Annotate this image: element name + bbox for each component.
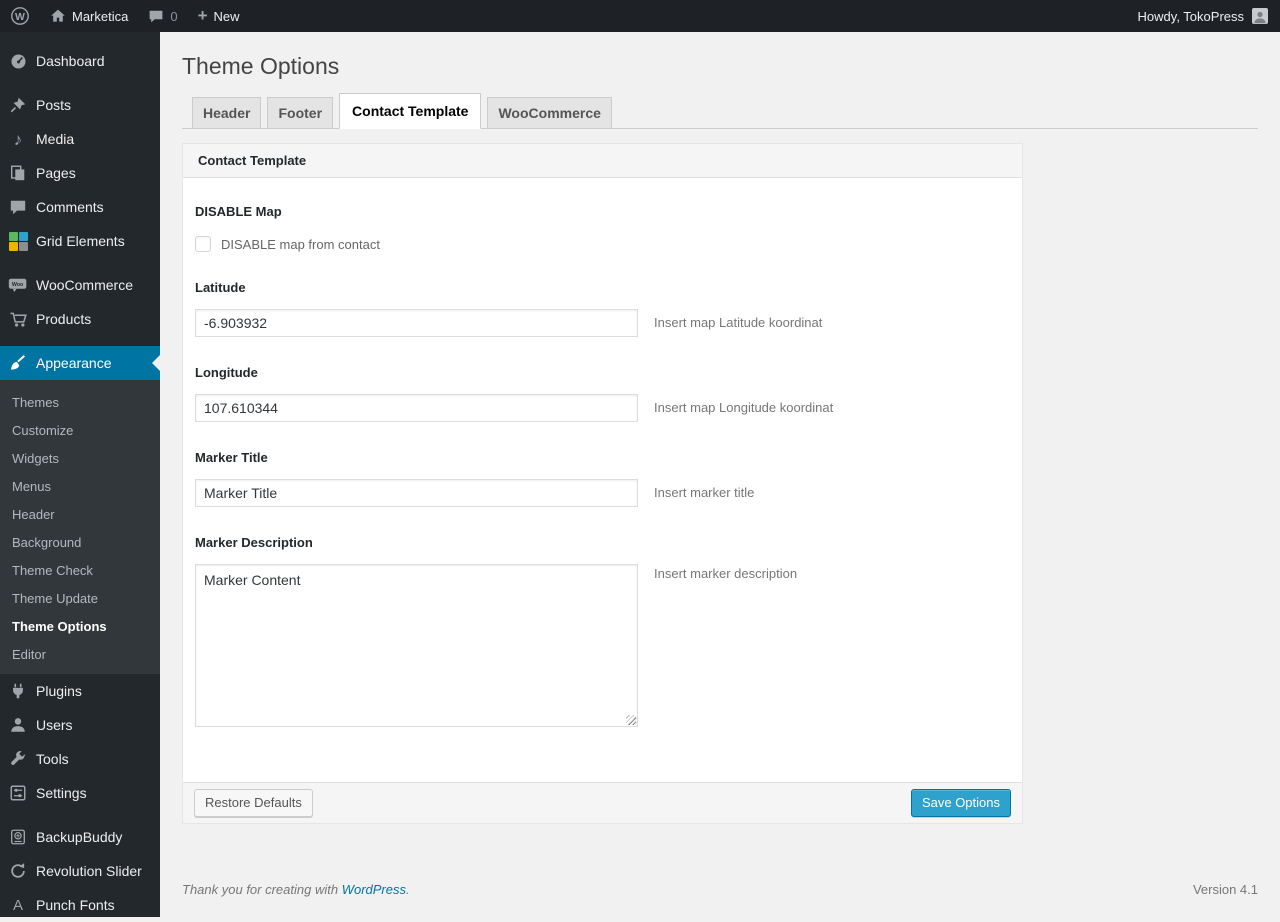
submenu-item-editor[interactable]: Editor bbox=[0, 640, 160, 668]
sidebar-item-backupbuddy[interactable]: BackupBuddy bbox=[0, 820, 160, 854]
tab-footer[interactable]: Footer bbox=[267, 97, 334, 128]
disable-map-checkbox-label: DISABLE map from contact bbox=[221, 236, 380, 252]
submenu-item-widgets[interactable]: Widgets bbox=[0, 444, 160, 472]
disable-map-checkbox[interactable] bbox=[195, 236, 211, 252]
backup-drive-icon bbox=[8, 827, 28, 847]
panel-title: Contact Template bbox=[183, 144, 1022, 178]
sidebar-item-dashboard[interactable]: Dashboard bbox=[0, 44, 160, 78]
sidebar-item-media[interactable]: ♪ Media bbox=[0, 122, 160, 156]
submenu-item-theme-check[interactable]: Theme Check bbox=[0, 556, 160, 584]
comments-shortcut[interactable]: 0 bbox=[138, 0, 187, 32]
marker-description-help: Insert marker description bbox=[654, 566, 798, 581]
comments-count: 0 bbox=[170, 8, 178, 24]
latitude-help: Insert map Latitude koordinat bbox=[654, 315, 823, 330]
main-content: Theme Options Header Footer Contact Temp… bbox=[160, 32, 1280, 917]
longitude-field: Longitude Insert map Longitude koordinat bbox=[195, 365, 1010, 422]
pin-icon bbox=[8, 95, 28, 115]
tab-header[interactable]: Header bbox=[192, 97, 262, 128]
page-title: Theme Options bbox=[182, 53, 340, 79]
disable-map-checkbox-row[interactable]: DISABLE map from contact bbox=[195, 236, 1010, 252]
sidebar-item-grid-elements[interactable]: Grid Elements bbox=[0, 224, 160, 258]
grid-elements-icon bbox=[8, 231, 28, 251]
admin-sidebar: Dashboard Posts ♪ Media Pages Comments Gr… bbox=[0, 32, 160, 917]
marker-title-field: Marker Title Insert marker title bbox=[195, 450, 1010, 507]
comments-icon bbox=[8, 197, 28, 217]
submenu-item-header[interactable]: Header bbox=[0, 500, 160, 528]
site-name-menu[interactable]: Marketica bbox=[40, 0, 138, 32]
sidebar-item-tools[interactable]: Tools bbox=[0, 742, 160, 776]
svg-text:Woo: Woo bbox=[12, 282, 24, 288]
plus-icon: + bbox=[197, 5, 208, 25]
wordpress-logo[interactable]: W bbox=[0, 0, 40, 32]
svg-text:W: W bbox=[15, 11, 25, 23]
home-icon bbox=[50, 8, 66, 24]
user-icon bbox=[8, 715, 28, 735]
longitude-label: Longitude bbox=[195, 365, 258, 380]
wordpress-link[interactable]: WordPress bbox=[342, 882, 406, 897]
sliders-icon bbox=[8, 783, 28, 803]
latitude-input[interactable] bbox=[195, 309, 638, 337]
footer-thanks: Thank you for creating with WordPress. bbox=[182, 882, 410, 897]
tab-woocommerce[interactable]: WooCommerce bbox=[487, 97, 612, 128]
marker-description-field: Marker Description Marker Content Insert… bbox=[195, 535, 1010, 727]
latitude-label: Latitude bbox=[195, 280, 246, 295]
appearance-submenu: Themes Customize Widgets Menus Header Ba… bbox=[0, 380, 160, 674]
submenu-item-background[interactable]: Background bbox=[0, 528, 160, 556]
howdy-text: Howdy, TokoPress bbox=[1137, 8, 1244, 24]
paintbrush-icon bbox=[8, 353, 28, 373]
restore-defaults-button[interactable]: Restore Defaults bbox=[194, 789, 313, 817]
submenu-item-theme-options[interactable]: Theme Options bbox=[0, 612, 160, 640]
submenu-item-customize[interactable]: Customize bbox=[0, 416, 160, 444]
submenu-item-theme-update[interactable]: Theme Update bbox=[0, 584, 160, 612]
cart-icon bbox=[8, 309, 28, 329]
sidebar-item-pages[interactable]: Pages bbox=[0, 156, 160, 190]
disable-map-field: DISABLE Map DISABLE map from contact bbox=[195, 204, 1010, 252]
sidebar-item-revolution-slider[interactable]: Revolution Slider bbox=[0, 854, 160, 888]
admin-bar: W Marketica 0 + New Howdy, TokoPress bbox=[0, 0, 1280, 32]
marker-title-label: Marker Title bbox=[195, 450, 268, 465]
media-icon: ♪ bbox=[13, 129, 23, 149]
sidebar-item-woocommerce[interactable]: Woo WooCommerce bbox=[0, 268, 160, 302]
comment-bubble-icon bbox=[148, 8, 164, 24]
avatar bbox=[1252, 8, 1268, 24]
submenu-item-themes[interactable]: Themes bbox=[0, 388, 160, 416]
refresh-cycle-icon bbox=[8, 861, 28, 881]
wrench-icon bbox=[8, 749, 28, 769]
tab-contact-template[interactable]: Contact Template bbox=[339, 93, 482, 129]
marker-title-input[interactable] bbox=[195, 479, 638, 507]
sidebar-item-settings[interactable]: Settings bbox=[0, 776, 160, 810]
wordpress-icon: W bbox=[10, 6, 30, 26]
page-footer: Thank you for creating with WordPress. V… bbox=[182, 882, 1258, 897]
sidebar-item-appearance[interactable]: Appearance bbox=[0, 346, 160, 380]
sidebar-item-users[interactable]: Users bbox=[0, 708, 160, 742]
sidebar-item-comments[interactable]: Comments bbox=[0, 190, 160, 224]
contact-template-panel: Contact Template DISABLE Map DISABLE map… bbox=[182, 143, 1023, 824]
latitude-field: Latitude Insert map Latitude koordinat bbox=[195, 280, 1010, 337]
marker-title-help: Insert marker title bbox=[654, 485, 755, 500]
new-label: New bbox=[213, 8, 240, 24]
dashboard-icon bbox=[8, 51, 28, 71]
woocommerce-icon: Woo bbox=[8, 275, 28, 295]
save-options-button[interactable]: Save Options bbox=[910, 789, 1011, 817]
sidebar-item-plugins[interactable]: Plugins bbox=[0, 674, 160, 708]
marker-description-textarea[interactable]: Marker Content bbox=[195, 564, 638, 727]
panel-action-bar: Restore Defaults Save Options bbox=[183, 782, 1022, 823]
new-content-button[interactable]: + New bbox=[188, 0, 250, 32]
pages-icon bbox=[8, 163, 28, 183]
submenu-item-menus[interactable]: Menus bbox=[0, 472, 160, 500]
sidebar-item-products[interactable]: Products bbox=[0, 302, 160, 336]
footer-version: Version 4.1 bbox=[1192, 882, 1258, 897]
marker-description-label: Marker Description bbox=[195, 535, 313, 550]
sidebar-item-posts[interactable]: Posts bbox=[0, 88, 160, 122]
plug-icon bbox=[8, 681, 28, 701]
tab-bar: Header Footer Contact Template WooCommer… bbox=[182, 93, 1258, 129]
letter-a-icon: A bbox=[12, 896, 23, 914]
site-name: Marketica bbox=[72, 8, 129, 24]
howdy-account-menu[interactable]: Howdy, TokoPress bbox=[1126, 0, 1280, 32]
longitude-help: Insert map Longitude koordinat bbox=[654, 400, 834, 415]
disable-map-label: DISABLE Map bbox=[195, 204, 282, 219]
longitude-input[interactable] bbox=[195, 394, 638, 422]
